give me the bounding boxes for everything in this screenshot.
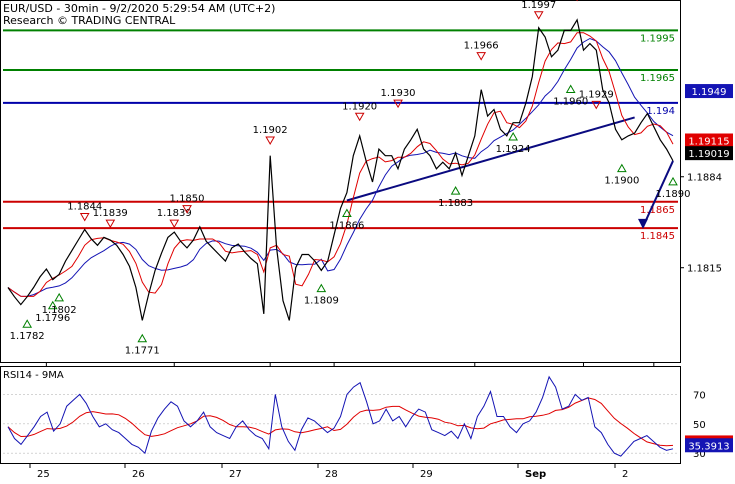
level-label: 1.1995 [640,33,675,44]
pivot-label: 1.1839 [157,208,192,219]
pivot-label: 1.1900 [604,176,639,187]
time-axis-label: 2 [622,469,628,480]
time-axis-label: 28 [325,469,338,480]
pivot-label: 1.1782 [10,331,45,342]
chart-credit: Research © TRADING CENTRAL [3,14,176,27]
pivot-label: 1.1902 [253,125,288,136]
pivot-label: 1.1929 [579,89,614,100]
rsi-tag-label: 35.3913 [688,441,729,452]
level-label: 1.1965 [640,73,675,84]
time-axis-label: 25 [37,469,50,480]
level-label: 1.1865 [640,205,675,216]
price-panel-frame [1,1,681,363]
pivot-label: 1.1802 [42,305,77,316]
price-axis-label: 1.1815 [687,264,722,275]
pivot-label: 1.1966 [464,41,499,52]
pivot-label: 1.1850 [170,194,205,205]
price-tag-label: 1.19019 [688,149,729,160]
time-axis: 25 26 27 28 29 Sep 2 [30,464,628,480]
price-tag-label: 1.19115 [688,136,729,147]
price-axis-panel [681,0,735,480]
chart-canvas: 1.1995 1.1965 1.194 1.1865 1.1845 1.1782 1.17… [0,0,735,480]
pivot-label: 1.1866 [329,220,364,231]
pivot-label: 1.1839 [93,208,128,219]
time-axis-label: 26 [132,469,145,480]
level-label: 1.1845 [640,231,675,242]
pivot-label: 1.1883 [438,198,473,209]
pivot-label: 1.1890 [656,189,691,200]
price-axis-label: 1.2021 [687,0,722,3]
time-axis-label: 27 [229,469,242,480]
price-tag-label: 1.1949 [692,87,727,98]
pivot-label: 1.1920 [342,101,377,112]
time-axis-label: Sep [525,469,546,480]
pivot-label: 1.1771 [125,346,160,357]
level-label: 1.194 [646,106,675,117]
pivot-label: 1.1809 [304,296,339,307]
pivot-label: 1.1924 [496,144,531,155]
rsi-axis-label: 70 [693,390,706,401]
rsi-axis-label: 50 [693,420,706,431]
chart-root: 1.1995 1.1965 1.194 1.1865 1.1845 1.1782 1.17… [0,0,735,480]
pivot-label: 1.1997 [521,0,556,11]
pivot-label: 1.1930 [381,88,416,99]
price-axis-label: 1.1884 [687,173,722,184]
time-axis-label: 29 [420,469,433,480]
rsi-title: RSI14 - 9MA [3,370,64,381]
